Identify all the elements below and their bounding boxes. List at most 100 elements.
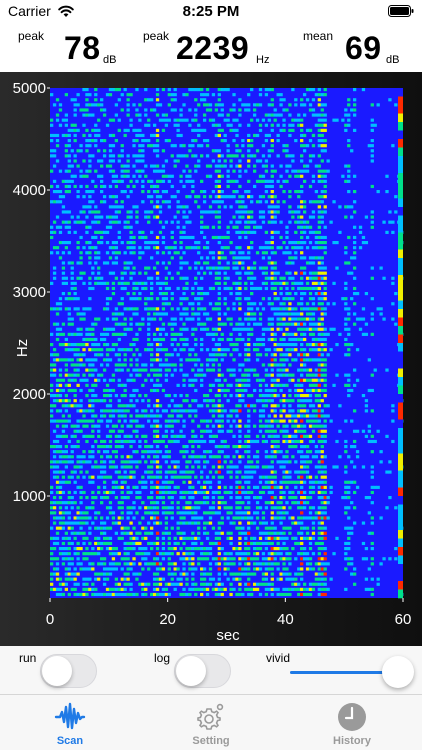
heatmap-cell (264, 169, 269, 173)
heatmap-cell (205, 174, 210, 178)
heatmap-cell (141, 526, 145, 530)
heatmap-cell (108, 88, 113, 92)
heatmap-cell (302, 200, 307, 204)
heatmap-cell (141, 368, 145, 372)
heatmap-cell (97, 220, 101, 224)
heatmap-cell (211, 149, 216, 153)
heatmap-cell (223, 572, 227, 576)
heatmap-cell (208, 582, 213, 586)
heatmap-cell (300, 174, 304, 178)
heatmap-cell (73, 220, 77, 224)
heatmap-cell (252, 154, 257, 158)
heatmap-cell (211, 526, 216, 530)
heatmap-cell (235, 572, 239, 576)
heatmap-cell (276, 113, 280, 117)
heatmap-cell (211, 286, 216, 291)
heatmap-cell (58, 485, 63, 489)
heatmap-cell (205, 592, 210, 597)
heatmap-cell (102, 108, 107, 112)
heatmap-cell (282, 343, 286, 347)
heatmap-cell (282, 123, 286, 127)
heatmap-cell (264, 373, 269, 377)
heatmap-cell (320, 409, 324, 413)
heatmap-cell (182, 587, 186, 591)
heatmap-cell (155, 475, 160, 479)
heatmap-cell (279, 577, 283, 581)
heatmap-cell (120, 567, 124, 571)
heatmap-cell (64, 190, 68, 194)
heatmap-cell (164, 139, 169, 143)
heatmap-cell (235, 547, 239, 551)
heatmap-cell (264, 582, 269, 586)
heatmap-cell (247, 164, 251, 168)
heatmap-cell (317, 511, 321, 515)
heatmap-cell (273, 261, 277, 265)
heatmap-cell (232, 373, 236, 377)
heatmap-cell (114, 394, 119, 398)
heatmap-cell (197, 445, 201, 449)
heatmap-cell (135, 572, 139, 576)
heatmap-cell (273, 230, 277, 234)
heatmap-cell (323, 496, 327, 500)
heatmap-cell (264, 133, 269, 138)
heatmap-cell (58, 592, 63, 597)
heatmap-cell (294, 348, 298, 352)
heatmap-cell (132, 378, 136, 382)
heatmap-cell (308, 475, 313, 479)
heatmap-cell (94, 261, 98, 265)
heatmap-cell (155, 378, 160, 382)
heatmap-cell (241, 205, 245, 209)
heatmap-cell (100, 139, 104, 143)
heatmap-cell (217, 286, 221, 291)
heatmap-cell (85, 93, 89, 97)
heatmap-cell (152, 246, 157, 250)
heatmap-cell (205, 363, 210, 367)
heatmap-cell (117, 363, 121, 367)
heatmap-cell (167, 394, 171, 398)
heatmap-cell (217, 541, 221, 546)
heatmap-cell (226, 348, 230, 352)
heatmap-cell (244, 475, 248, 479)
heatmap-cell (238, 547, 242, 551)
heatmap-cell (323, 506, 327, 510)
heatmap-cell (214, 562, 219, 566)
heatmap-cell (126, 526, 130, 530)
heatmap-cell (88, 93, 92, 97)
heatmap-cell (73, 139, 77, 143)
heatmap-cell (176, 251, 180, 255)
heatmap-cell (182, 297, 186, 301)
heatmap-cell (55, 133, 60, 138)
heatmap-cell (138, 113, 142, 117)
heatmap-cell (52, 465, 57, 469)
heatmap-cell (200, 98, 204, 102)
heatmap-cell (288, 128, 292, 132)
heatmap-cell (273, 496, 277, 500)
heatmap-cell (305, 128, 310, 132)
heatmap-cell (217, 470, 221, 474)
heatmap-cell (197, 246, 201, 250)
heatmap-cell (270, 465, 274, 469)
heatmap-cell (123, 327, 127, 331)
heatmap-cell (279, 465, 283, 469)
heatmap-cell (170, 414, 174, 418)
heatmap-cell (94, 210, 98, 214)
heatmap-cell (64, 297, 68, 301)
heatmap-cell (126, 348, 130, 352)
heatmap-cell (200, 404, 204, 408)
heatmap-cell (111, 460, 116, 464)
heatmap-cell (297, 388, 301, 393)
heatmap-cell (241, 567, 245, 571)
heatmap-cell (250, 592, 254, 597)
heatmap-cell (132, 297, 136, 301)
heatmap-cell (220, 195, 224, 199)
heatmap-cell (241, 103, 245, 107)
heatmap-cell (300, 577, 304, 581)
heatmap-cell (138, 582, 142, 586)
heatmap-cell (76, 358, 80, 362)
heatmap-cell (117, 118, 121, 122)
heatmap-cell (185, 547, 189, 551)
heatmap-cell (102, 281, 107, 285)
heatmap-cell (73, 123, 77, 127)
heatmap-cell (267, 587, 271, 591)
heatmap-cell (191, 332, 195, 336)
